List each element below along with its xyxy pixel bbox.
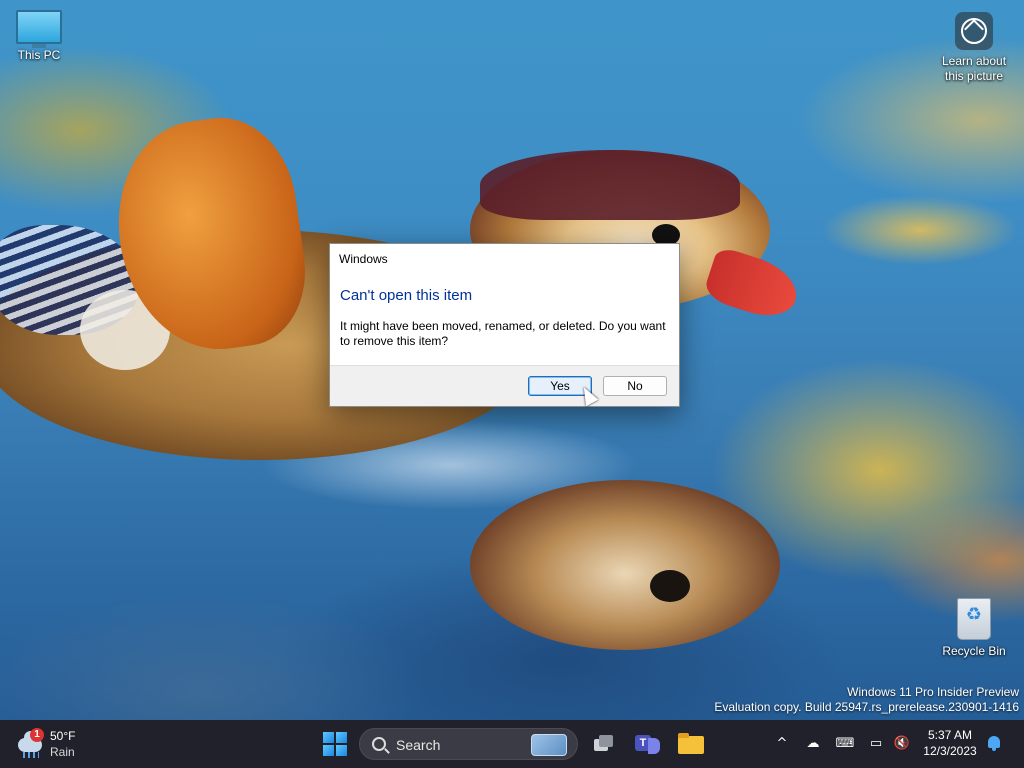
notification-badge: 1	[30, 728, 44, 742]
taskbar-search-box[interactable]: Search	[359, 728, 578, 760]
desktop-icon-learn-about-picture[interactable]: Learn about this picture	[935, 12, 1013, 84]
watermark-line-2: Evaluation copy. Build 25947.rs_prerelea…	[714, 700, 1019, 714]
search-highlight-icon[interactable]	[531, 734, 567, 756]
desktop-icon-recycle-bin[interactable]: Recycle Bin	[935, 598, 1013, 659]
weather-condition: Rain	[50, 745, 75, 759]
taskbar: 1 50°F Rain Search ^ ☁ ⌨ ▭ 🔇 5:37 AM 12/…	[0, 720, 1024, 768]
desktop-icon-label: This PC	[17, 48, 61, 62]
clock-time: 5:37 AM	[927, 728, 973, 742]
computer-icon	[16, 10, 62, 48]
recycle-bin-icon	[957, 598, 991, 640]
windows-logo-icon	[323, 732, 334, 743]
no-button[interactable]: No	[603, 376, 667, 396]
error-dialog: Windows Can't open this item It might ha…	[329, 243, 680, 407]
search-icon	[372, 737, 386, 751]
start-button[interactable]	[323, 732, 347, 756]
dialog-footer: Yes No	[330, 365, 679, 406]
evaluation-watermark: Windows 11 Pro Insider Preview Evaluatio…	[714, 685, 1019, 715]
dialog-heading: Can't open this item	[340, 287, 473, 304]
task-view-button[interactable]	[590, 730, 618, 758]
desktop-icon-label: Recycle Bin	[942, 644, 1006, 658]
onedrive-icon[interactable]: ☁	[803, 734, 823, 754]
learn-about-picture-icon	[955, 12, 993, 50]
teams-icon[interactable]	[634, 730, 662, 758]
chevron-up-icon[interactable]: ^	[772, 734, 792, 754]
network-icon[interactable]: ▭	[866, 734, 886, 754]
weather-widget[interactable]: 1 50°F Rain	[14, 728, 104, 760]
dialog-title[interactable]: Windows	[330, 244, 679, 274]
volume-muted-icon[interactable]: 🔇	[892, 734, 912, 754]
clock-date: 12/3/2023	[923, 744, 977, 758]
weather-temperature: 50°F	[50, 729, 76, 743]
file-explorer-icon[interactable]	[677, 730, 705, 758]
notification-bell-icon[interactable]	[988, 736, 1000, 751]
clock[interactable]: 5:37 AM 12/3/2023	[918, 727, 982, 759]
desktop-icon-label: Learn about this picture	[941, 54, 1007, 83]
rain-drops-icon	[23, 752, 39, 758]
watermark-line-1: Windows 11 Pro Insider Preview	[847, 685, 1019, 699]
keyboard-icon[interactable]: ⌨	[835, 734, 855, 754]
dialog-message: It might have been moved, renamed, or de…	[340, 319, 666, 348]
search-label: Search	[396, 737, 441, 753]
desktop-icon-this-pc[interactable]: This PC	[0, 10, 78, 63]
